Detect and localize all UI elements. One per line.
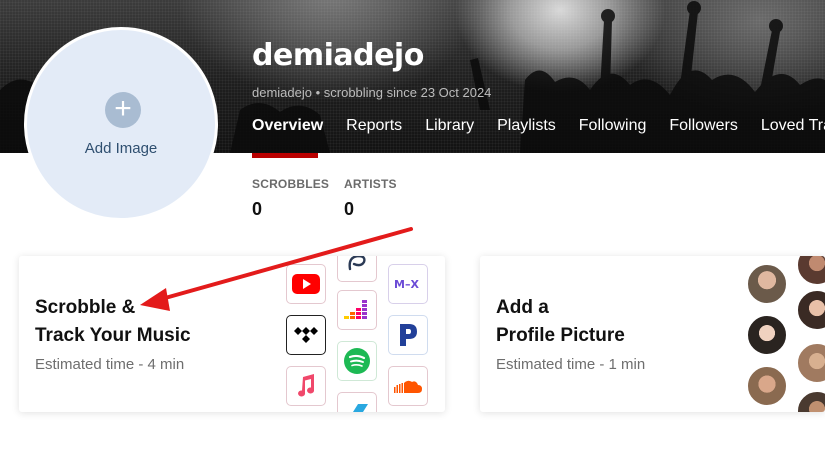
svg-text:M–X: M–X [394, 278, 419, 291]
stat-scrobbles-value[interactable]: 0 [252, 199, 262, 220]
profile-photo-face-2 [746, 314, 788, 356]
scrobble-card-title-line1: Scrobble & [35, 297, 136, 318]
scrobble-card-estimate: Estimated time - 4 min [35, 356, 185, 373]
tidal-icon [286, 315, 326, 355]
pandora-icon [388, 315, 428, 355]
profile-photo-face-5 [796, 289, 825, 331]
add-image-label: Add Image [84, 140, 158, 157]
profile-subline: demiadejo • scrobbling since 23 Oct 2024 [252, 85, 492, 100]
lastfm-swirl-icon [337, 256, 377, 282]
scrobble-card[interactable]: Scrobble & Track Your Music Estimated ti… [19, 256, 445, 412]
stat-artists-value[interactable]: 0 [344, 199, 354, 220]
youtube-icon [286, 264, 326, 304]
profile-picture-card-title: Add a Profile Picture [496, 294, 625, 350]
spotify-icon [337, 341, 377, 381]
profile-picture-card[interactable]: Add a Profile Picture Estimated time - 1… [480, 256, 825, 412]
partial-blue-icon [337, 392, 377, 412]
profile-nav: Overview Reports Library Playlists Follo… [252, 117, 825, 135]
profile-photo-face-6 [796, 342, 825, 384]
tab-library[interactable]: Library [425, 117, 474, 135]
tab-reports[interactable]: Reports [346, 117, 402, 135]
scrobble-card-title: Scrobble & Track Your Music [35, 294, 191, 350]
stat-scrobbles-label: SCROBBLES [252, 177, 330, 191]
tab-followers[interactable]: Followers [669, 117, 737, 135]
profile-photo-face-4 [796, 256, 825, 286]
plus-icon: + [105, 92, 141, 128]
active-tab-indicator [252, 153, 318, 158]
tab-playlists[interactable]: Playlists [497, 117, 556, 135]
profile-photo-face-3 [746, 365, 788, 407]
tab-loved-tracks[interactable]: Loved Trac [761, 117, 825, 135]
profile-photo-face-1 [746, 263, 788, 305]
profile-photo-face-7 [796, 390, 825, 412]
profile-picture-card-title-line1: Add a [496, 297, 549, 318]
tab-following[interactable]: Following [579, 117, 647, 135]
profile-picture-card-estimate: Estimated time - 1 min [496, 356, 646, 373]
profile-username: demiadejo [252, 38, 424, 73]
apple-music-icon [286, 366, 326, 406]
stat-artists-label: ARTISTS [344, 177, 397, 191]
deezer-icon [337, 290, 377, 330]
tab-overview[interactable]: Overview [252, 117, 323, 135]
soundcloud-icon [388, 366, 428, 406]
add-image-avatar[interactable]: + Add Image [24, 27, 218, 221]
mx-icon: M–X [388, 264, 428, 304]
scrobble-card-title-line2: Track Your Music [35, 325, 191, 346]
profile-picture-card-title-line2: Profile Picture [496, 325, 625, 346]
